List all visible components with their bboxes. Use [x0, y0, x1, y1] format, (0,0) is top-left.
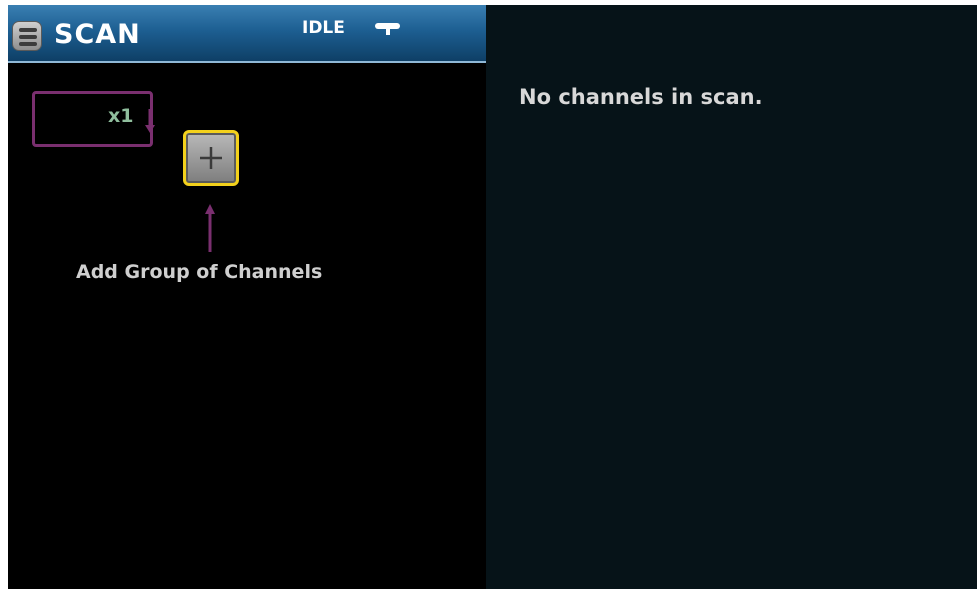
menu-button[interactable]	[12, 21, 42, 51]
channel-group-box[interactable]	[32, 91, 153, 147]
screen-title: SCAN	[54, 19, 141, 50]
add-group-label: Add Group of Channels	[76, 261, 323, 283]
instrument-screen: SCAN IDLE x1 Add Group of Channels No ch…	[8, 5, 977, 589]
pointer-arrow-icon	[205, 204, 215, 252]
title-bar: SCAN IDLE	[8, 5, 486, 63]
status-indicator[interactable]: IDLE	[302, 18, 345, 38]
scan-builder-panel: x1 Add Group of Channels	[8, 65, 486, 589]
add-group-button[interactable]	[183, 130, 239, 186]
channel-list-panel: No channels in scan.	[486, 5, 977, 589]
group-count-label: x1	[108, 105, 134, 127]
loop-arrow-icon	[145, 109, 155, 133]
trigger-pointer-icon	[375, 23, 400, 35]
plus-icon	[200, 147, 222, 169]
empty-scan-message: No channels in scan.	[519, 85, 763, 109]
